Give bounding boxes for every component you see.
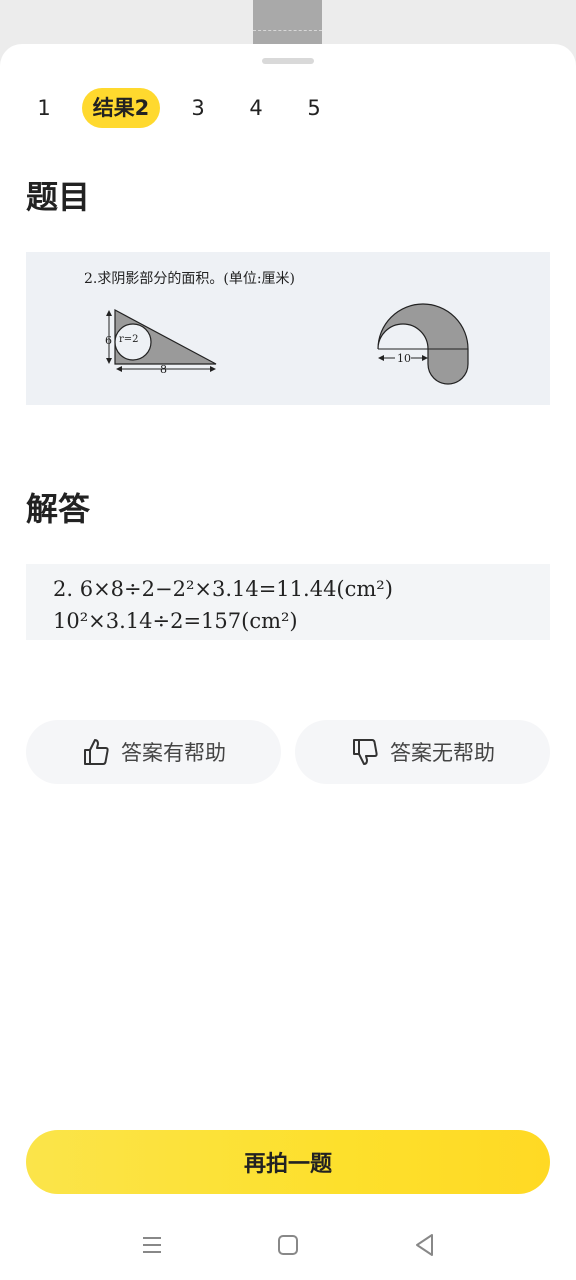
camera-preview-thumbnail: [253, 0, 322, 46]
fig1-base-label: 8: [160, 363, 167, 376]
thumbs-up-icon: [81, 737, 111, 767]
question-title: 题目: [26, 178, 91, 216]
question-text: 2.求阴影部分的面积。(单位:厘米): [84, 271, 295, 287]
tab-1[interactable]: 1: [34, 88, 54, 128]
answer-title: 解答: [26, 490, 91, 528]
system-navigation-bar: [0, 1220, 576, 1270]
tab-result-2[interactable]: 结果2: [82, 88, 160, 128]
result-tabs: 1 结果2 3 4 5: [0, 88, 576, 128]
answer-line-1: 2. 6×8÷2−2²×3.14=11.44(cm²): [53, 577, 393, 601]
fig2-width-label: 10: [397, 352, 411, 365]
tab-4[interactable]: 4: [246, 88, 266, 128]
question-image: 2.求阴影部分的面积。(单位:厘米) 6 r=2 8 10: [26, 252, 550, 405]
unhelpful-button[interactable]: 答案无帮助: [295, 720, 550, 784]
menu-icon[interactable]: [137, 1230, 167, 1260]
tab-5[interactable]: 5: [304, 88, 324, 128]
sheet-drag-handle[interactable]: [262, 58, 314, 64]
result-sheet: 1 结果2 3 4 5 题目 2.求阴影部分的面积。(单位:厘米) 6 r=2 …: [0, 44, 576, 1280]
thumbs-down-icon: [350, 737, 380, 767]
answer-image: 2. 6×8÷2−2²×3.14=11.44(cm²) 10²×3.14÷2=1…: [26, 564, 550, 640]
tab-3[interactable]: 3: [188, 88, 208, 128]
answer-line-2: 10²×3.14÷2=157(cm²): [53, 609, 298, 633]
camera-preview-strip: [0, 0, 576, 46]
retake-photo-button[interactable]: 再拍一题: [26, 1130, 550, 1194]
helpful-label: 答案有帮助: [121, 741, 226, 765]
helpful-button[interactable]: 答案有帮助: [26, 720, 281, 784]
fig1-radius-label: r=2: [119, 334, 139, 345]
home-icon[interactable]: [273, 1230, 303, 1260]
unhelpful-label: 答案无帮助: [390, 741, 495, 765]
back-icon[interactable]: [410, 1230, 440, 1260]
fig1-height-label: 6: [105, 334, 112, 347]
